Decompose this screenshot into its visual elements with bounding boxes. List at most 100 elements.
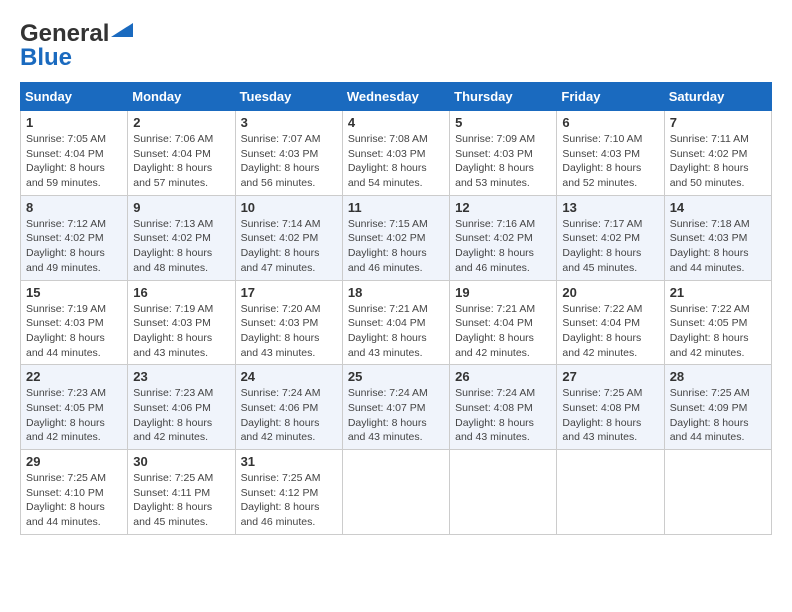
calendar-cell: 14 Sunrise: 7:18 AMSunset: 4:03 PMDayligh… [664, 195, 771, 280]
day-number: 12 [455, 200, 551, 215]
calendar-cell: 9 Sunrise: 7:13 AMSunset: 4:02 PMDaylight… [128, 195, 235, 280]
day-info: Sunrise: 7:05 AMSunset: 4:04 PMDaylight:… [26, 132, 122, 191]
day-number: 8 [26, 200, 122, 215]
calendar-cell: 4 Sunrise: 7:08 AMSunset: 4:03 PMDaylight… [342, 111, 449, 196]
calendar-cell: 26Sunrise: 7:24 AMSunset: 4:08 PMDayligh… [450, 365, 557, 450]
calendar-cell: 8 Sunrise: 7:12 AMSunset: 4:02 PMDaylight… [21, 195, 128, 280]
day-number: 25 [348, 369, 444, 384]
day-info: Sunrise: 7:08 AMSunset: 4:03 PMDaylight:… [348, 132, 444, 191]
day-info: Sunrise: 7:09 AMSunset: 4:03 PMDaylight:… [455, 132, 551, 191]
day-info: Sunrise: 7:24 AMSunset: 4:07 PMDaylight:… [348, 386, 444, 445]
day-number: 4 [348, 115, 444, 130]
calendar-cell: 27 Sunrise: 7:25 AMSunset: 4:08 PMDayligh… [557, 365, 664, 450]
day-info: Sunrise: 7:25 AMSunset: 4:11 PMDaylight:… [133, 471, 229, 530]
day-info: Sunrise: 7:25 AMSunset: 4:12 PMDaylight:… [241, 471, 337, 530]
calendar-week-3: 15 Sunrise: 7:19 AMSunset: 4:03 PMDayligh… [21, 280, 772, 365]
calendar-cell: 17 Sunrise: 7:20 AMSunset: 4:03 PMDayligh… [235, 280, 342, 365]
calendar-cell: 29 Sunrise: 7:25 AMSunset: 4:10 PMDayligh… [21, 450, 128, 535]
day-info: Sunrise: 7:19 AMSunset: 4:03 PMDaylight:… [26, 302, 122, 361]
calendar: SundayMondayTuesdayWednesdayThursdayFrid… [20, 82, 772, 535]
calendar-cell: 18 Sunrise: 7:21 AMSunset: 4:04 PMDayligh… [342, 280, 449, 365]
day-info: Sunrise: 7:18 AMSunset: 4:03 PMDaylight:… [670, 217, 766, 276]
weekday-header-saturday: Saturday [664, 83, 771, 111]
day-number: 31 [241, 454, 337, 469]
day-info: Sunrise: 7:14 AMSunset: 4:02 PMDaylight:… [241, 217, 337, 276]
calendar-cell: 20Sunrise: 7:22 AMSunset: 4:04 PMDayligh… [557, 280, 664, 365]
day-number: 22 [26, 369, 122, 384]
day-number: 6 [562, 115, 658, 130]
calendar-cell: 28 Sunrise: 7:25 AMSunset: 4:09 PMDayligh… [664, 365, 771, 450]
calendar-cell [342, 450, 449, 535]
weekday-header-wednesday: Wednesday [342, 83, 449, 111]
logo-icon [111, 19, 133, 41]
day-info: Sunrise: 7:20 AMSunset: 4:03 PMDaylight:… [241, 302, 337, 361]
day-number: 16 [133, 285, 229, 300]
calendar-header-row: SundayMondayTuesdayWednesdayThursdayFrid… [21, 83, 772, 111]
day-number: 27 [562, 369, 658, 384]
calendar-cell: 1 Sunrise: 7:05 AMSunset: 4:04 PMDaylight… [21, 111, 128, 196]
calendar-cell: 30 Sunrise: 7:25 AMSunset: 4:11 PMDayligh… [128, 450, 235, 535]
day-number: 1 [26, 115, 122, 130]
calendar-cell [557, 450, 664, 535]
logo-blue: Blue [20, 44, 72, 72]
calendar-cell: 19Sunrise: 7:21 AMSunset: 4:04 PMDayligh… [450, 280, 557, 365]
day-info: Sunrise: 7:16 AMSunset: 4:02 PMDaylight:… [455, 217, 551, 276]
day-info: Sunrise: 7:24 AMSunset: 4:06 PMDaylight:… [241, 386, 337, 445]
calendar-cell: 25 Sunrise: 7:24 AMSunset: 4:07 PMDayligh… [342, 365, 449, 450]
calendar-week-1: 1 Sunrise: 7:05 AMSunset: 4:04 PMDaylight… [21, 111, 772, 196]
day-info: Sunrise: 7:12 AMSunset: 4:02 PMDaylight:… [26, 217, 122, 276]
day-number: 10 [241, 200, 337, 215]
day-info: Sunrise: 7:21 AMSunset: 4:04 PMDaylight:… [348, 302, 444, 361]
weekday-header-monday: Monday [128, 83, 235, 111]
day-number: 11 [348, 200, 444, 215]
day-info: Sunrise: 7:22 AMSunset: 4:05 PMDaylight:… [670, 302, 766, 361]
day-number: 7 [670, 115, 766, 130]
day-info: Sunrise: 7:25 AMSunset: 4:09 PMDaylight:… [670, 386, 766, 445]
calendar-cell [450, 450, 557, 535]
day-number: 23 [133, 369, 229, 384]
day-number: 29 [26, 454, 122, 469]
calendar-cell: 3 Sunrise: 7:07 AMSunset: 4:03 PMDaylight… [235, 111, 342, 196]
day-number: 15 [26, 285, 122, 300]
day-info: Sunrise: 7:25 AMSunset: 4:10 PMDaylight:… [26, 471, 122, 530]
day-number: 14 [670, 200, 766, 215]
day-number: 5 [455, 115, 551, 130]
calendar-cell: 16Sunrise: 7:19 AMSunset: 4:03 PMDayligh… [128, 280, 235, 365]
calendar-cell: 12 Sunrise: 7:16 AMSunset: 4:02 PMDayligh… [450, 195, 557, 280]
weekday-header-tuesday: Tuesday [235, 83, 342, 111]
day-info: Sunrise: 7:23 AMSunset: 4:05 PMDaylight:… [26, 386, 122, 445]
calendar-cell: 15 Sunrise: 7:19 AMSunset: 4:03 PMDayligh… [21, 280, 128, 365]
day-number: 21 [670, 285, 766, 300]
day-number: 28 [670, 369, 766, 384]
calendar-cell: 6Sunrise: 7:10 AMSunset: 4:03 PMDaylight… [557, 111, 664, 196]
day-info: Sunrise: 7:23 AMSunset: 4:06 PMDaylight:… [133, 386, 229, 445]
day-info: Sunrise: 7:13 AMSunset: 4:02 PMDaylight:… [133, 217, 229, 276]
calendar-cell: 24 Sunrise: 7:24 AMSunset: 4:06 PMDayligh… [235, 365, 342, 450]
calendar-cell: 31 Sunrise: 7:25 AMSunset: 4:12 PMDayligh… [235, 450, 342, 535]
calendar-cell: 23 Sunrise: 7:23 AMSunset: 4:06 PMDayligh… [128, 365, 235, 450]
day-number: 3 [241, 115, 337, 130]
calendar-week-5: 29 Sunrise: 7:25 AMSunset: 4:10 PMDayligh… [21, 450, 772, 535]
day-info: Sunrise: 7:25 AMSunset: 4:08 PMDaylight:… [562, 386, 658, 445]
day-number: 24 [241, 369, 337, 384]
day-number: 18 [348, 285, 444, 300]
logo: General Blue [20, 20, 133, 72]
calendar-cell: 7Sunrise: 7:11 AMSunset: 4:02 PMDaylight… [664, 111, 771, 196]
day-number: 2 [133, 115, 229, 130]
day-info: Sunrise: 7:22 AMSunset: 4:04 PMDaylight:… [562, 302, 658, 361]
calendar-cell: 22 Sunrise: 7:23 AMSunset: 4:05 PMDayligh… [21, 365, 128, 450]
day-number: 9 [133, 200, 229, 215]
day-number: 13 [562, 200, 658, 215]
day-info: Sunrise: 7:17 AMSunset: 4:02 PMDaylight:… [562, 217, 658, 276]
weekday-header-friday: Friday [557, 83, 664, 111]
calendar-cell: 13 Sunrise: 7:17 AMSunset: 4:02 PMDayligh… [557, 195, 664, 280]
calendar-cell: 11Sunrise: 7:15 AMSunset: 4:02 PMDayligh… [342, 195, 449, 280]
day-info: Sunrise: 7:21 AMSunset: 4:04 PMDaylight:… [455, 302, 551, 361]
weekday-header-thursday: Thursday [450, 83, 557, 111]
day-info: Sunrise: 7:07 AMSunset: 4:03 PMDaylight:… [241, 132, 337, 191]
day-number: 17 [241, 285, 337, 300]
calendar-week-4: 22 Sunrise: 7:23 AMSunset: 4:05 PMDayligh… [21, 365, 772, 450]
header: General Blue [20, 20, 772, 72]
calendar-cell: 2Sunrise: 7:06 AMSunset: 4:04 PMDaylight… [128, 111, 235, 196]
day-number: 30 [133, 454, 229, 469]
